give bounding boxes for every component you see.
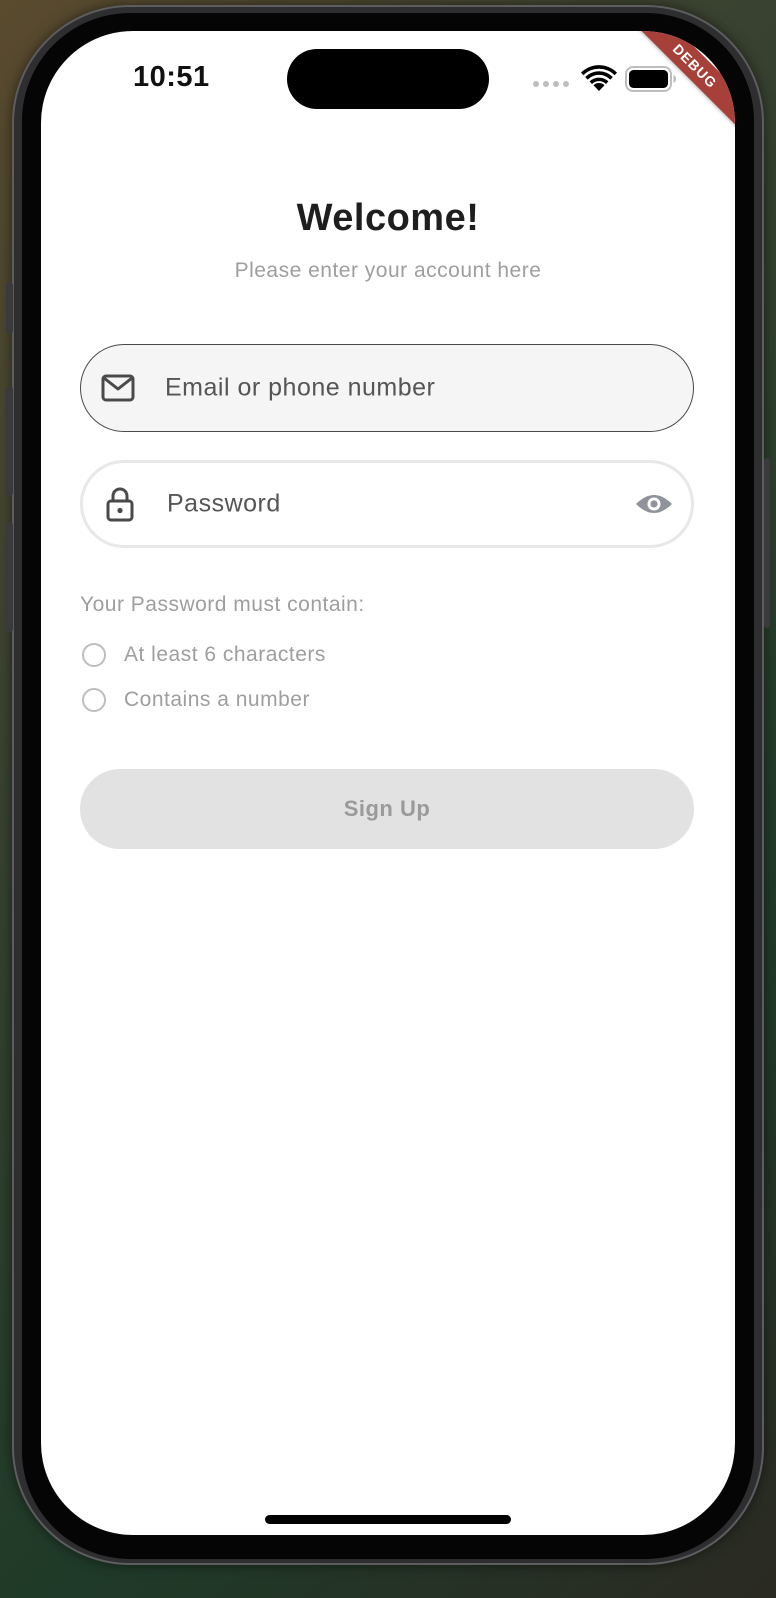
dynamic-island: [287, 49, 489, 109]
email-input[interactable]: [163, 372, 623, 404]
battery-icon: [625, 66, 676, 92]
side-button-left-bottom: [6, 522, 13, 632]
status-time: 10:51: [133, 61, 210, 93]
requirement-label: At least 6 characters: [124, 643, 326, 666]
side-button-left-mid: [6, 386, 13, 496]
app-screen: 10:51 DEBUG Welcome! Please enter your a…: [41, 31, 735, 1535]
unchecked-circle-icon: [82, 688, 106, 712]
requirement-item: Contains a number: [80, 688, 310, 712]
lock-icon: [103, 487, 137, 522]
side-button-left-top: [6, 282, 13, 334]
wifi-icon: [581, 65, 617, 91]
eye-icon[interactable]: [635, 490, 673, 518]
password-input[interactable]: [165, 488, 621, 520]
email-field[interactable]: [80, 344, 694, 432]
requirement-item: At least 6 characters: [80, 643, 326, 667]
password-requirements-title: Your Password must contain:: [80, 593, 365, 616]
page-subtitle: Please enter your account here: [234, 259, 542, 282]
requirement-label: Contains a number: [124, 688, 310, 711]
home-indicator[interactable]: [265, 1515, 511, 1524]
page-title: Welcome!: [296, 197, 480, 239]
sign-up-button[interactable]: Sign Up: [80, 769, 694, 849]
side-button-right: [764, 458, 770, 628]
cellular-signal-icon: [533, 81, 569, 87]
unchecked-circle-icon: [82, 643, 106, 667]
mail-icon: [101, 371, 135, 405]
password-field[interactable]: [80, 460, 694, 548]
